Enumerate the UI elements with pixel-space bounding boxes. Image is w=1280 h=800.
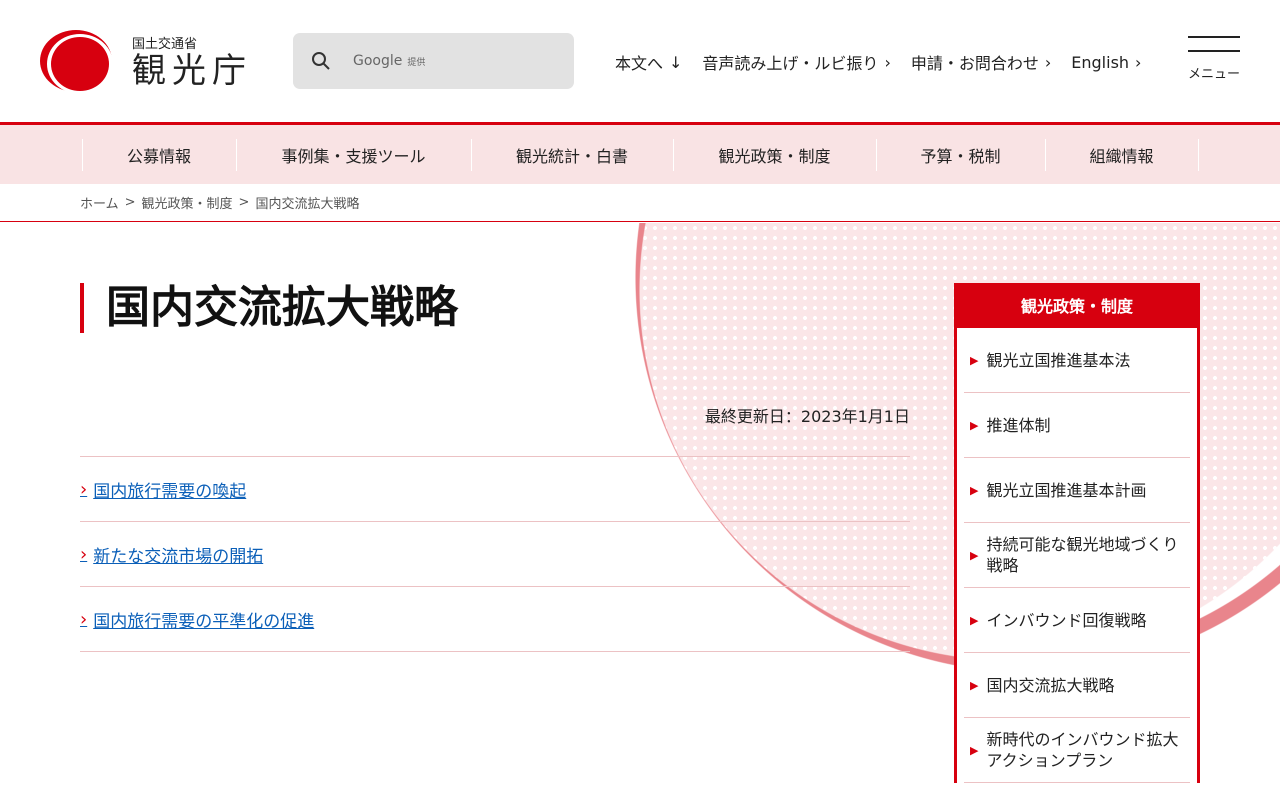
link-label: 国内旅行需要の喚起 bbox=[93, 481, 247, 502]
breadcrumb-policy[interactable]: 観光政策・制度 bbox=[142, 193, 233, 212]
sidebar-item[interactable]: ▶ インバウンド回復戦略 bbox=[964, 588, 1190, 653]
sidebar-item-label: 観光立国推進基本計画 bbox=[986, 480, 1147, 500]
sidebar-item-current[interactable]: ▶ 国内交流拡大戦略 bbox=[964, 653, 1190, 718]
main-content: 国内交流拡大戦略 最終更新日：2023年1月1日 › 国内旅行需要の喚起 › 新たな… bbox=[0, 223, 1280, 800]
sidebar-item-label: 新時代のインバウンド拡大アクションプラン bbox=[986, 730, 1179, 770]
sidebar-item-label: 持続可能な観光地域づくり戦略 bbox=[986, 535, 1179, 575]
hamburger-icon bbox=[1188, 36, 1240, 38]
logo-mark-icon bbox=[40, 30, 113, 94]
search-icon bbox=[312, 52, 330, 70]
chevron-right-icon: › bbox=[80, 543, 88, 565]
gnav-item-budget[interactable]: 予算・税制 bbox=[875, 138, 1045, 171]
sidebar-item-label: 観光立国推進基本法 bbox=[986, 350, 1131, 370]
link-demand-leveling[interactable]: › 国内旅行需要の平準化の促進 bbox=[80, 587, 910, 652]
arrow-down-icon: ↓ bbox=[669, 52, 683, 72]
sidebar-item-label: 国内交流拡大戦略 bbox=[986, 675, 1115, 695]
logo-org: 国土交通省 bbox=[132, 36, 198, 52]
link-domestic-demand[interactable]: › 国内旅行需要の喚起 bbox=[80, 457, 910, 522]
gnav-item-organization[interactable]: 組織情報 bbox=[1044, 138, 1199, 171]
breadcrumb-home[interactable]: ホーム bbox=[80, 193, 119, 212]
chevron-right-icon: › bbox=[884, 52, 891, 72]
site-logo[interactable]: 国土交通省 観光庁 bbox=[40, 30, 252, 94]
utility-nav: 本文へ ↓ 音声読み上げ・ルビ振り › 申請・お問合わせ › English › bbox=[615, 50, 1141, 74]
breadcrumb-separator: > bbox=[238, 195, 250, 210]
gnav-item-case-studies[interactable]: 事例集・支援ツール bbox=[235, 138, 471, 171]
contact-link[interactable]: 申請・お問合わせ › bbox=[911, 50, 1051, 74]
menu-button[interactable]: メニュー bbox=[1188, 36, 1240, 82]
triangle-right-icon: ▶ bbox=[970, 548, 979, 562]
hamburger-icon bbox=[1188, 50, 1240, 52]
logo-agency: 観光庁 bbox=[132, 50, 252, 91]
link-new-markets[interactable]: › 新たな交流市場の開拓 bbox=[80, 522, 910, 587]
link-label: English bbox=[1071, 52, 1130, 72]
link-label: 申請・お問合わせ bbox=[910, 54, 1039, 73]
sidebar-nav: 観光政策・制度 ▶ 観光立国推進基本法 ▶ 推進体制 ▶ 観光立国推進基本計画 ▶ 持続… bbox=[954, 283, 1200, 783]
global-nav: 公募情報 事例集・支援ツール 観光統計・白書 観光政策・制度 予算・税制 組織情… bbox=[0, 122, 1280, 184]
sidebar-item-label: インバウンド回復戦略 bbox=[986, 610, 1147, 630]
search-provider: 提供 bbox=[407, 57, 426, 68]
gnav-item-policy[interactable]: 観光政策・制度 bbox=[672, 138, 876, 171]
sidebar-item[interactable]: ▶ 観光立国推進基本法 bbox=[964, 328, 1190, 393]
search-input[interactable]: Google 提供 bbox=[293, 33, 574, 89]
chevron-right-icon: › bbox=[80, 478, 88, 500]
chevron-right-icon: › bbox=[1135, 52, 1142, 72]
sidebar-item[interactable]: ▶ 観光立国推進基本計画 bbox=[964, 458, 1190, 523]
search-placeholder: Google bbox=[353, 53, 403, 69]
page-title: 国内交流拡大戦略 bbox=[80, 283, 458, 333]
link-label: 新たな交流市場の開拓 bbox=[93, 546, 264, 567]
gnav-item-recruitment[interactable]: 公募情報 bbox=[81, 138, 236, 171]
breadcrumb-separator: > bbox=[124, 195, 136, 210]
menu-label: メニュー bbox=[1188, 67, 1241, 82]
sidebar-title: 観光政策・制度 bbox=[957, 286, 1197, 328]
triangle-right-icon: ▶ bbox=[970, 483, 979, 497]
skip-to-content-link[interactable]: 本文へ ↓ bbox=[615, 50, 682, 74]
sidebar-item-label: 推進体制 bbox=[986, 415, 1051, 435]
triangle-right-icon: ▶ bbox=[970, 418, 979, 432]
link-list: › 国内旅行需要の喚起 › 新たな交流市場の開拓 › 国内旅行需要の平準化の促進 bbox=[80, 456, 910, 652]
link-label: 本文へ bbox=[615, 54, 664, 73]
triangle-right-icon: ▶ bbox=[970, 743, 979, 757]
breadcrumb: ホーム > 観光政策・制度 > 国内交流拡大戦略 bbox=[0, 184, 1280, 222]
triangle-right-icon: ▶ bbox=[970, 353, 979, 367]
english-link[interactable]: English › bbox=[1071, 50, 1141, 74]
chevron-right-icon: › bbox=[1044, 52, 1052, 72]
link-label: 音声読み上げ・ルビ振り bbox=[702, 54, 879, 73]
triangle-right-icon: ▶ bbox=[970, 678, 979, 692]
sidebar-item[interactable]: ▶ 推進体制 bbox=[964, 393, 1190, 458]
gnav-item-statistics[interactable]: 観光統計・白書 bbox=[470, 138, 673, 171]
link-label: 国内旅行需要の平準化の促進 bbox=[93, 611, 315, 632]
site-header: 国土交通省 観光庁 Google 提供 本文へ ↓ 音声読み上げ・ルビ振り › 申請・… bbox=[0, 0, 1280, 122]
breadcrumb-current: 国内交流拡大戦略 bbox=[255, 197, 360, 212]
sidebar-item[interactable]: ▶ 新時代のインバウンド拡大アクションプラン bbox=[964, 718, 1190, 783]
sidebar-item[interactable]: ▶ 持続可能な観光地域づくり戦略 bbox=[964, 523, 1190, 588]
triangle-right-icon: ▶ bbox=[970, 613, 979, 627]
chevron-right-icon: › bbox=[80, 608, 88, 630]
speech-ruby-link[interactable]: 音声読み上げ・ルビ振り › bbox=[702, 50, 890, 74]
last-updated: 最終更新日：2023年1月1日 bbox=[704, 407, 910, 426]
